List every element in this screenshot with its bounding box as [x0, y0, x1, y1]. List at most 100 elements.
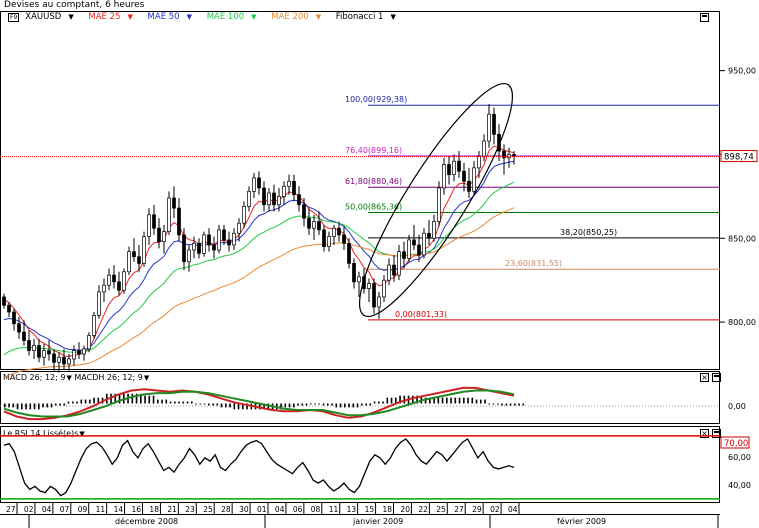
symbol-name: XAUUSD	[25, 12, 62, 22]
dropdown-arrow-icon[interactable]: ▼	[144, 374, 149, 382]
candle	[12, 311, 16, 325]
legend-mae50[interactable]: MAE 50 ▼	[148, 12, 198, 22]
candle	[452, 160, 456, 175]
macd-histogram-bar	[344, 403, 346, 408]
macd-histogram-bar	[395, 397, 397, 404]
rsi-legend: Le RSI 14 Lissé(e)s▼	[3, 429, 85, 438]
macd-histogram-bar	[195, 403, 197, 405]
macd-histogram-bar	[46, 403, 49, 408]
macd-histogram-bar	[233, 403, 236, 410]
macd-histogram-bar	[497, 403, 499, 405]
month-label: janvier 2009	[352, 517, 403, 526]
candle	[462, 170, 466, 182]
price-tick-label: 850,00	[728, 234, 756, 243]
macd-legend: MACD 26; 12; 9▼ MACDH 26; 12; 9▼	[3, 373, 149, 382]
candle	[247, 190, 251, 207]
macd-histogram-bar	[365, 403, 367, 406]
date-tick-label: 20	[400, 505, 410, 514]
date-tick-label: 27	[454, 505, 464, 514]
maximize-main-button[interactable]	[700, 13, 709, 22]
macd-histogram-bar	[373, 401, 376, 404]
legend-mae200[interactable]: MAE 200 ▼	[271, 12, 327, 22]
legend-fibonacci[interactable]: Fibonacci 1 ▼	[336, 12, 402, 22]
macd-histogram-bar	[369, 403, 372, 406]
candle	[242, 206, 246, 224]
date-tick-label: 04	[508, 505, 518, 514]
fib-level-label: 61,80(880,46)	[345, 177, 402, 186]
macd-histogram-bar	[84, 399, 87, 404]
macd-histogram-bar	[458, 397, 461, 404]
candle	[182, 234, 186, 263]
moving-average-line	[3, 181, 515, 356]
macd-histogram-bar	[50, 403, 53, 408]
macd-histogram-bar	[412, 395, 414, 404]
date-tick-label: 18	[383, 505, 393, 514]
macd-histogram-bar	[488, 403, 491, 405]
candle	[272, 192, 276, 206]
candle	[297, 194, 301, 206]
macd-histogram-bar	[484, 399, 486, 404]
macd-histogram-bar	[76, 401, 78, 404]
fib-level-label: 0,00(801,33)	[395, 310, 447, 319]
macdh-title: MACDH 26; 12; 9	[74, 373, 143, 382]
moving-average-line	[3, 145, 515, 358]
close-rsi-pane-button[interactable]: ×	[700, 429, 709, 438]
macd-histogram-bar	[505, 403, 508, 406]
macd-histogram-bar	[101, 397, 104, 404]
macd-histogram-bar	[110, 393, 112, 404]
candle	[482, 140, 486, 157]
macd-histogram-bar	[339, 403, 342, 408]
date-tick-label: 15	[365, 505, 375, 514]
macd-histogram-bar	[72, 401, 74, 404]
trend-ellipse-annotation[interactable]	[338, 69, 533, 331]
candle	[502, 150, 506, 159]
macd-histogram-bar	[216, 403, 219, 406]
macd-histogram-bar	[463, 397, 465, 404]
candle	[252, 177, 256, 192]
candle	[227, 239, 231, 246]
macd-histogram-bar	[144, 395, 146, 404]
macd-histogram-bar	[157, 399, 159, 404]
candle	[47, 350, 51, 355]
dropdown-arrow-icon[interactable]: ▼	[79, 430, 84, 438]
macd-histogram-bar	[429, 397, 431, 404]
legend-mae100[interactable]: MAE 100 ▼	[207, 12, 263, 22]
macd-histogram-bar	[305, 403, 308, 406]
macd-histogram-bar	[29, 403, 32, 410]
date-tick-label: 11	[96, 505, 106, 514]
candle	[152, 214, 156, 229]
dropdown-arrow-icon: ▼	[186, 13, 192, 21]
macd-histogram-bar	[293, 403, 295, 408]
macd-histogram-bar	[441, 397, 444, 404]
close-macd-pane-button[interactable]: ×	[700, 373, 709, 382]
rsi-tick-40: 40,00	[728, 481, 751, 490]
macd-histogram-bar	[89, 399, 91, 404]
candle	[322, 229, 326, 247]
macd-histogram-bar	[12, 403, 15, 408]
macd-histogram-bar	[97, 397, 100, 404]
candle	[7, 304, 11, 313]
macd-histogram-bar	[246, 403, 248, 410]
macd-histogram-bar	[123, 393, 125, 404]
macd-histogram-bar	[220, 403, 223, 408]
macd-histogram-bar	[284, 403, 287, 408]
dropdown-arrow-icon[interactable]: ▼	[66, 374, 71, 382]
candle	[447, 164, 451, 175]
candle	[262, 187, 266, 206]
macd-histogram-bar	[288, 403, 291, 408]
candle	[92, 315, 96, 336]
macd-histogram-bar	[378, 401, 380, 404]
macd-histogram-bar	[471, 397, 474, 404]
macd-histogram-bar	[67, 401, 70, 404]
candle	[202, 234, 206, 254]
last-price-box	[720, 150, 758, 163]
chart-canvas[interactable]: 100,00(929,38) 76,40(899,16) 61,80(880,46)…	[0, 0, 759, 528]
candle	[337, 227, 341, 236]
macd-histogram-bar	[21, 403, 23, 410]
maximize-rsi-pane-button[interactable]	[712, 429, 721, 438]
date-tick-label: 08	[311, 505, 321, 514]
maximize-macd-pane-button[interactable]	[712, 373, 721, 382]
legend-mae25[interactable]: MAE 25 ▼	[88, 12, 138, 22]
symbol-selector[interactable]: F9 XAUUSD ▼	[8, 12, 82, 22]
date-tick-label: 25	[203, 505, 213, 514]
